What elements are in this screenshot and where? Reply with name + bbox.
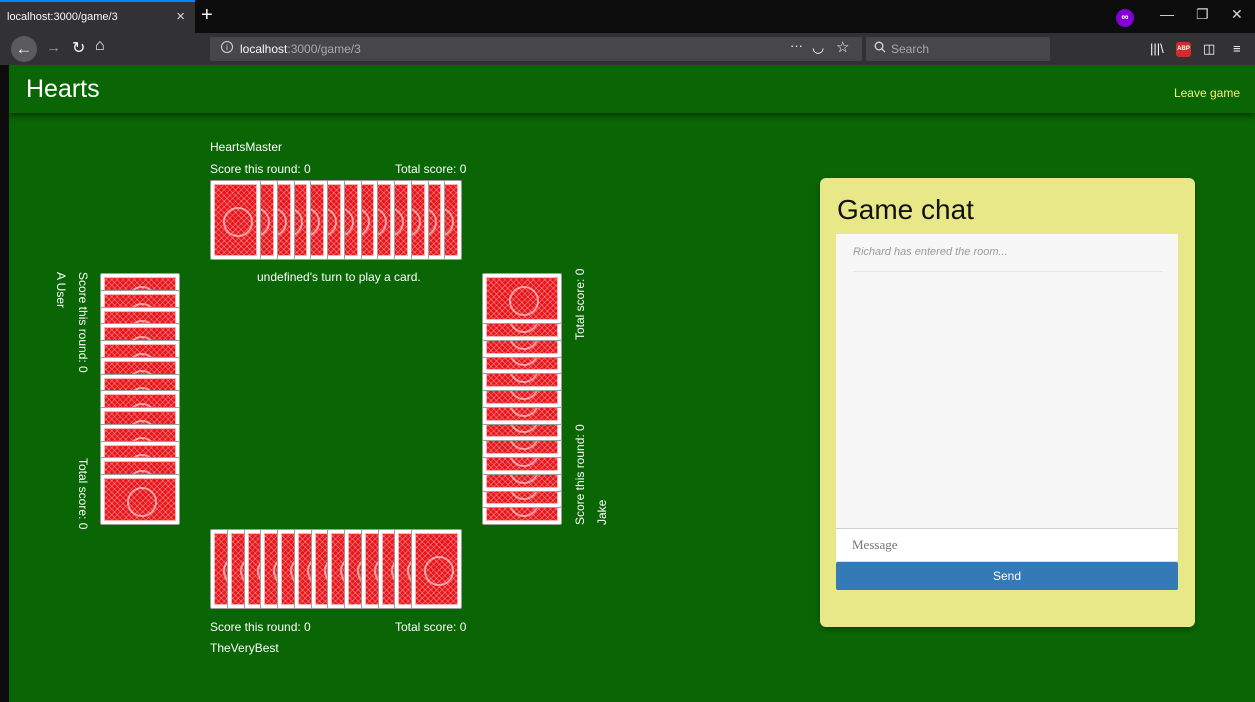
left-player-round-score: Score this round: 0 bbox=[76, 272, 90, 373]
app-title: Hearts bbox=[26, 75, 100, 103]
url-text[interactable]: localhost:3000/game/3 bbox=[240, 42, 361, 56]
tab-title: localhost:3000/game/3 bbox=[7, 11, 118, 23]
library-icon[interactable]: |||\ bbox=[1150, 41, 1164, 56]
browser-nav-bar: ← → ↻ ⌂ i localhost:3000/game/3 ··· ◡ ☆ … bbox=[0, 33, 1255, 65]
url-bar[interactable]: i localhost:3000/game/3 ··· ◡ ☆ bbox=[210, 37, 862, 61]
chat-message: Richard has entered the room... bbox=[853, 246, 1163, 272]
right-player-total-score: Total score: 0 bbox=[573, 268, 587, 340]
browser-tab-bar: localhost:3000/game/3 × + ∞ — ❐ ✕ bbox=[0, 0, 1255, 33]
bookmark-star-icon[interactable]: ☆ bbox=[836, 38, 849, 56]
menu-icon[interactable]: ≡ bbox=[1233, 41, 1241, 56]
left-player-total-score: Total score: 0 bbox=[76, 458, 90, 530]
back-icon[interactable]: ← bbox=[11, 36, 37, 62]
tab-close-icon[interactable]: × bbox=[176, 8, 185, 25]
right-player-round-score: Score this round: 0 bbox=[573, 424, 587, 525]
card-back bbox=[100, 474, 180, 525]
new-tab-button[interactable]: + bbox=[201, 4, 213, 27]
chat-title: Game chat bbox=[837, 194, 974, 225]
turn-status: undefined's turn to play a card. bbox=[257, 270, 421, 284]
card-back bbox=[210, 180, 261, 260]
restore-icon[interactable]: ❐ bbox=[1196, 6, 1209, 23]
minimize-icon[interactable]: — bbox=[1160, 6, 1174, 22]
game-chat-panel: Game chat Richard has entered the room..… bbox=[820, 178, 1195, 627]
card-back bbox=[482, 273, 562, 324]
private-browsing-icon: ∞ bbox=[1116, 9, 1134, 27]
reload-icon[interactable]: ↻ bbox=[72, 38, 85, 58]
window-close-icon[interactable]: ✕ bbox=[1231, 6, 1243, 23]
pocket-icon[interactable]: ◡ bbox=[812, 39, 824, 56]
sidebar-icon[interactable]: ◫ bbox=[1203, 41, 1215, 57]
browser-tab[interactable]: localhost:3000/game/3 × bbox=[0, 0, 195, 33]
leave-game-link[interactable]: Leave game bbox=[1174, 86, 1240, 100]
top-player-round-score: Score this round: 0 bbox=[210, 162, 311, 176]
message-input[interactable] bbox=[836, 528, 1178, 561]
adblock-icon[interactable]: ABP bbox=[1176, 42, 1191, 57]
chat-log[interactable]: Richard has entered the room... bbox=[836, 234, 1178, 528]
bottom-player-round-score: Score this round: 0 bbox=[210, 620, 311, 634]
card-back bbox=[411, 529, 462, 609]
top-player-hand bbox=[210, 180, 462, 262]
app-header: Hearts Leave game bbox=[9, 65, 1255, 113]
left-player-name: A User bbox=[54, 272, 68, 309]
page-actions-icon[interactable]: ··· bbox=[790, 38, 803, 53]
url-host: localhost bbox=[240, 42, 288, 56]
search-icon bbox=[874, 41, 886, 53]
site-info-icon[interactable]: i bbox=[221, 41, 233, 53]
game-page: Hearts Leave game HeartsMaster Score thi… bbox=[9, 65, 1255, 702]
search-placeholder: Search bbox=[891, 42, 930, 56]
forward-icon[interactable]: → bbox=[46, 39, 61, 56]
right-player-hand bbox=[482, 273, 564, 525]
bottom-player-name: TheVeryBest bbox=[210, 641, 279, 655]
send-button[interactable]: Send bbox=[836, 562, 1178, 590]
search-bar[interactable]: Search bbox=[866, 37, 1050, 61]
right-player-name: Jake bbox=[595, 499, 609, 525]
top-player-name: HeartsMaster bbox=[210, 140, 283, 154]
bottom-player-hand bbox=[210, 529, 462, 611]
home-icon[interactable]: ⌂ bbox=[95, 37, 105, 55]
left-player-hand bbox=[100, 273, 182, 525]
top-player-total-score: Total score: 0 bbox=[395, 162, 467, 176]
bottom-player-total-score: Total score: 0 bbox=[395, 620, 467, 634]
url-path: :3000/game/3 bbox=[287, 42, 361, 56]
